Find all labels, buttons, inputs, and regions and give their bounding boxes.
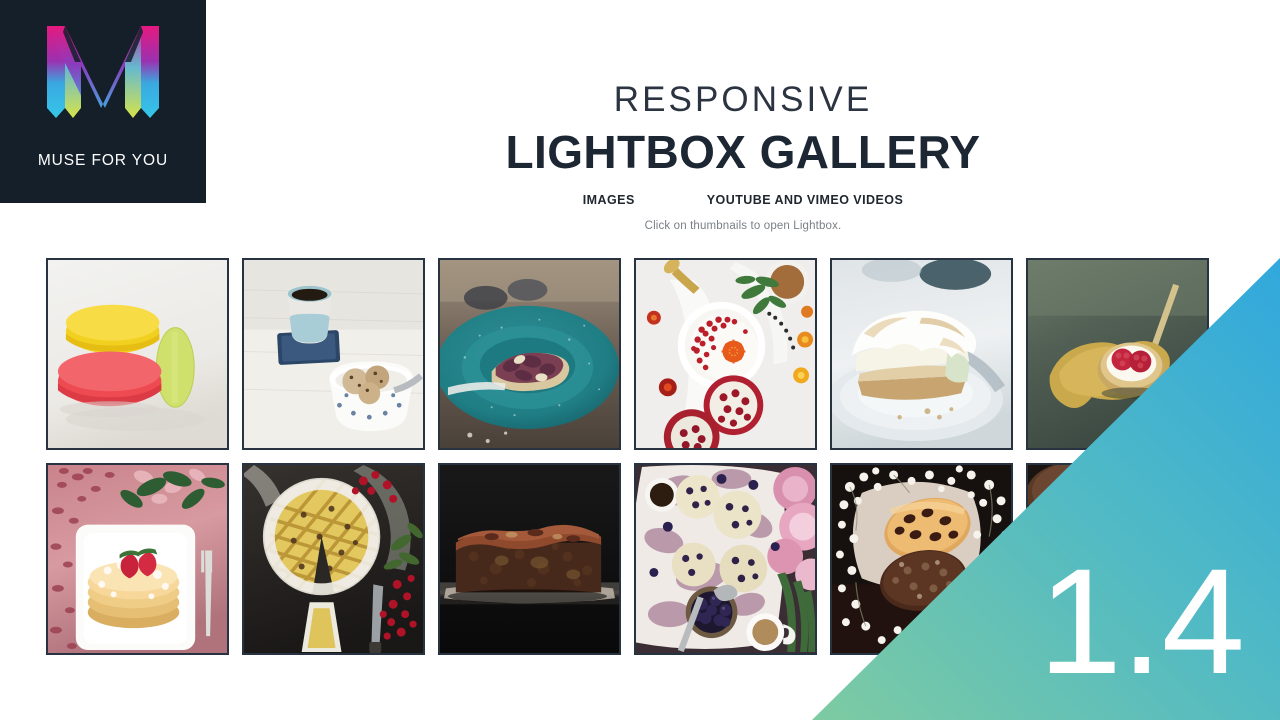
teal-plate-tart-thumbnail	[440, 260, 619, 448]
gallery-thumbnail[interactable]	[1026, 258, 1209, 450]
gallery-thumbnail[interactable]	[242, 258, 425, 450]
gallery-thumbnail[interactable]	[242, 463, 425, 655]
pomegranate-bowl-thumbnail	[636, 260, 815, 448]
raspberry-tartlet-thumbnail	[1028, 260, 1207, 448]
gallery-thumbnail[interactable]	[438, 463, 621, 655]
version-label: 1.4	[1038, 537, 1245, 705]
muse-m-logo-icon	[47, 26, 159, 126]
gallery-hint: Click on thumbnails to open Lightbox.	[644, 220, 842, 233]
gallery-thumbnail[interactable]	[634, 463, 817, 655]
gallery-thumbnail[interactable]	[634, 258, 817, 450]
page-header: RESPONSIVE LIGHTBOX GALLERY IMAGES YOUTU…	[206, 0, 1280, 232]
cookies-flowers-thumbnail	[832, 465, 1011, 653]
brand-name: MUSE FOR YOU	[37, 152, 169, 169]
tab-images[interactable]: IMAGES	[583, 193, 635, 207]
gallery-thumbnail[interactable]	[46, 258, 229, 450]
gallery-thumbnail[interactable]	[830, 463, 1013, 655]
macarons-thumbnail	[48, 260, 227, 448]
coffee-cookies-thumbnail	[244, 260, 423, 448]
screen: MUSE FOR YOU RESPONSIVE LIGHTBOX GALLERY…	[0, 0, 1280, 720]
blueberry-scones-thumbnail	[636, 465, 815, 653]
brownie-loaf-thumbnail	[440, 465, 619, 653]
brand-logo-panel: MUSE FOR YOU	[0, 0, 206, 203]
page-title: LIGHTBOX GALLERY	[505, 126, 981, 178]
gallery-tabs: IMAGES YOUTUBE AND VIMEO VIDEOS	[206, 193, 1280, 207]
gallery-thumbnail[interactable]	[830, 258, 1013, 450]
page-eyebrow: RESPONSIVE	[613, 80, 873, 119]
gallery-thumbnail[interactable]	[46, 463, 229, 655]
lattice-pie-thumbnail	[244, 465, 423, 653]
pancakes-thumbnail	[48, 465, 227, 653]
tab-youtube-vimeo-videos[interactable]: YOUTUBE AND VIMEO VIDEOS	[707, 193, 903, 207]
gallery-thumbnail[interactable]	[438, 258, 621, 450]
meringue-pie-thumbnail	[832, 260, 1011, 448]
